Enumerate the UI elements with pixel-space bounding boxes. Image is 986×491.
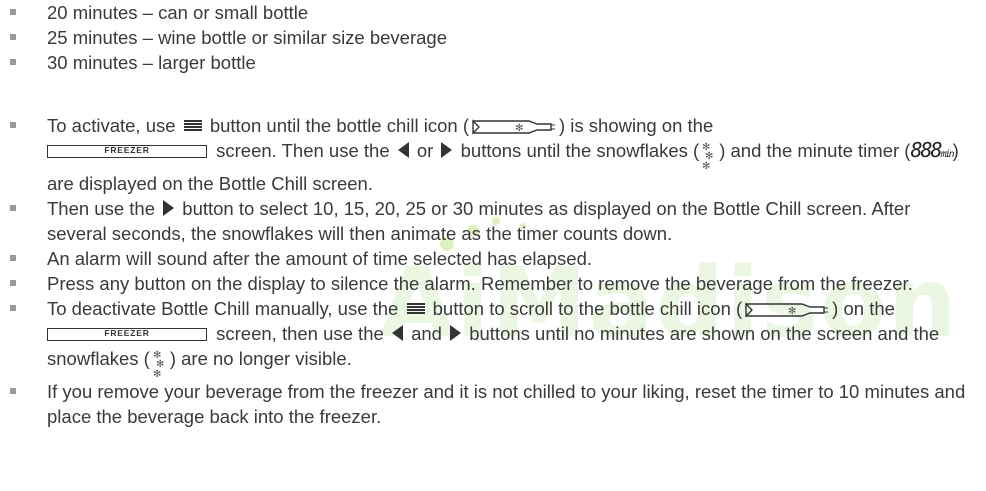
freezer-screen-label: FREEZER [47,145,207,158]
menu-lines-icon [406,303,425,316]
freezer-screen-label: FREEZER [47,328,207,341]
svg-text:✻: ✻ [515,123,523,134]
list-item-deactivate: To deactivate Bottle Chill manually, use… [0,296,986,379]
text: screen. Then use the [216,140,390,161]
text: screen, then use the [216,323,384,344]
text: ) and the minute timer ( [719,140,911,161]
text: ) is showing on the [558,115,714,136]
right-arrow-icon [163,200,175,216]
bottle-chill-icon: ✻ [744,302,830,318]
text: ) on the [832,298,895,319]
left-arrow-icon [391,325,403,341]
list-item-silence: Press any button on the display to silen… [0,271,986,296]
list-item-alarm: An alarm will sound after the amount of … [0,246,986,271]
svg-text:✻: ✻ [153,369,161,379]
list-item-select: Then use the button to select 10, 15, 20… [0,196,986,246]
snowflakes-icon: ✻ ✻ ✻ [701,139,717,171]
text: button to select 10, 15, 20, 25 or 30 mi… [47,198,911,244]
list-item-reset: If you remove your beverage from the fre… [0,379,986,429]
text: and [411,323,442,344]
svg-text:✻: ✻ [788,306,796,317]
freezer-label: FREEZER [104,145,150,155]
menu-lines-icon [183,120,202,133]
svg-text:✻: ✻ [702,161,710,171]
left-arrow-icon [397,142,409,158]
text: or [416,140,434,161]
freezer-label: FREEZER [104,328,150,338]
duration-list: 20 minutes – can or small bottle 25 minu… [0,0,986,75]
bottle-chill-icon: ✻ [471,119,557,135]
minute-timer-icon: 888min [910,138,955,162]
text: To deactivate Bottle Chill manually, use… [47,298,399,319]
list-item: 20 minutes – can or small bottle [0,0,986,25]
text: To activate, use [47,115,176,136]
right-arrow-icon [450,325,462,341]
text: Then use the [47,198,155,219]
text: ) are no longer visible. [169,348,352,369]
right-arrow-icon [441,142,453,158]
timer-unit: min [940,149,955,160]
timer-digits: 888 [910,138,942,162]
text: buttons until the snowflakes ( [460,140,700,161]
instruction-list: To activate, use button until the bottle… [0,113,986,429]
text: button until the bottle chill icon ( [209,115,469,136]
list-item-activate: To activate, use button until the bottle… [0,113,986,196]
text: button to scroll to the bottle chill ico… [432,298,743,319]
list-item: 25 minutes – wine bottle or similar size… [0,25,986,50]
snowflakes-icon: ✻ ✻ ✻ [152,347,168,379]
list-item: 30 minutes – larger bottle [0,50,986,75]
